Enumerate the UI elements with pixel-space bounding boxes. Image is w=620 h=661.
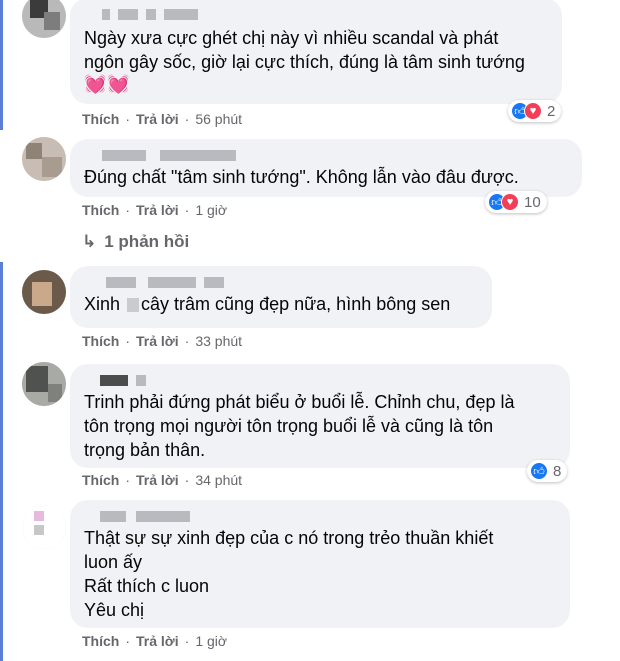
blurred-author-name <box>84 508 556 524</box>
timestamp[interactable]: 1 giờ <box>195 633 227 649</box>
avatar[interactable] <box>22 137 66 181</box>
reply-button[interactable]: Trả lời <box>136 202 179 218</box>
reply-arrow-icon: ↳ <box>82 232 97 251</box>
timestamp[interactable]: 56 phút <box>195 111 242 127</box>
blurred-author-name <box>84 147 568 163</box>
comment-bubble: Xinh cây trâm cũng đẹp nữa, hình bông se… <box>70 266 492 328</box>
separator: · <box>184 633 190 649</box>
view-replies-link[interactable]: ↳ 1 phản hồi <box>82 232 189 252</box>
blurred-author-name <box>84 372 556 388</box>
reply-button[interactable]: Trả lời <box>136 333 179 349</box>
avatar[interactable] <box>22 362 66 406</box>
separator: · <box>125 202 131 218</box>
comment-text: Thật sự sự xinh đẹp của c nó trong trẻo … <box>84 528 494 620</box>
comment-text: Đúng chất "tâm sinh tướng". Không lẫn và… <box>84 167 519 187</box>
separator: · <box>184 333 190 349</box>
comment-bubble: Đúng chất "tâm sinh tướng". Không lẫn và… <box>70 139 582 197</box>
separator: · <box>125 472 131 488</box>
reaction-count: 8 <box>553 462 562 480</box>
like-button[interactable]: Thích <box>82 633 119 649</box>
timestamp[interactable]: 33 phút <box>195 333 242 349</box>
comment-actions: Thích · Trả lời · 1 giờ <box>82 202 227 218</box>
view-replies-label: 1 phản hồi <box>104 232 190 251</box>
comment-text: Ngày xưa cực ghét chị này vì nhiều scand… <box>84 28 525 72</box>
like-button[interactable]: Thích <box>82 333 119 349</box>
comment-bubble: Ngày xưa cực ghét chị này vì nhiều scand… <box>70 0 562 104</box>
avatar[interactable] <box>22 270 66 314</box>
avatar[interactable] <box>22 0 66 38</box>
blurred-word <box>127 298 140 313</box>
thread-indicator <box>0 262 3 661</box>
comment-text-end: cây trâm cũng đẹp nữa, hình bông sen <box>141 294 451 314</box>
comment-actions: Thích · Trả lời · 1 giờ <box>82 633 227 649</box>
reaction-count: 2 <box>547 102 556 120</box>
reaction-summary[interactable]: 👍︎ 8 <box>527 460 568 482</box>
separator: · <box>125 333 131 349</box>
heart-emoji: 💓💓 <box>84 74 131 94</box>
comment-bubble: Trinh phải đứng phát biểu ở buổi lễ. Chỉ… <box>70 364 570 468</box>
blurred-author-name <box>84 274 478 290</box>
separator: · <box>125 633 131 649</box>
blurred-author-name <box>84 6 548 22</box>
separator: · <box>184 472 190 488</box>
comment-text-start: Xinh <box>84 294 126 314</box>
reply-button[interactable]: Trả lời <box>136 472 179 488</box>
love-icon: ♥ <box>524 102 542 120</box>
separator: · <box>184 202 190 218</box>
reaction-summary[interactable]: 👍︎ ♥ 10 <box>485 191 547 213</box>
reply-button[interactable]: Trả lời <box>136 633 179 649</box>
love-icon: ♥ <box>501 193 519 211</box>
like-icon: 👍︎ <box>530 462 548 480</box>
timestamp[interactable]: 1 giờ <box>195 202 227 218</box>
reaction-summary[interactable]: 👍︎ ♥ 2 <box>508 100 562 122</box>
comment-actions: Thích · Trả lời · 34 phút <box>82 472 242 488</box>
like-button[interactable]: Thích <box>82 472 119 488</box>
reply-button[interactable]: Trả lời <box>136 111 179 127</box>
comment-actions: Thích · Trả lời · 33 phút <box>82 333 242 349</box>
like-button[interactable]: Thích <box>82 111 119 127</box>
like-button[interactable]: Thích <box>82 202 119 218</box>
comment-text: Xinh cây trâm cũng đẹp nữa, hình bông se… <box>84 292 478 316</box>
comment-bubble: Thật sự sự xinh đẹp của c nó trong trẻo … <box>70 500 570 628</box>
reaction-count: 10 <box>524 193 541 211</box>
separator: · <box>184 111 190 127</box>
avatar[interactable] <box>22 505 66 549</box>
separator: · <box>125 111 131 127</box>
thread-indicator <box>0 0 3 130</box>
comment-text: Trinh phải đứng phát biểu ở buổi lễ. Chỉ… <box>84 392 515 460</box>
timestamp[interactable]: 34 phút <box>195 472 242 488</box>
comment-actions: Thích · Trả lời · 56 phút <box>82 111 242 127</box>
